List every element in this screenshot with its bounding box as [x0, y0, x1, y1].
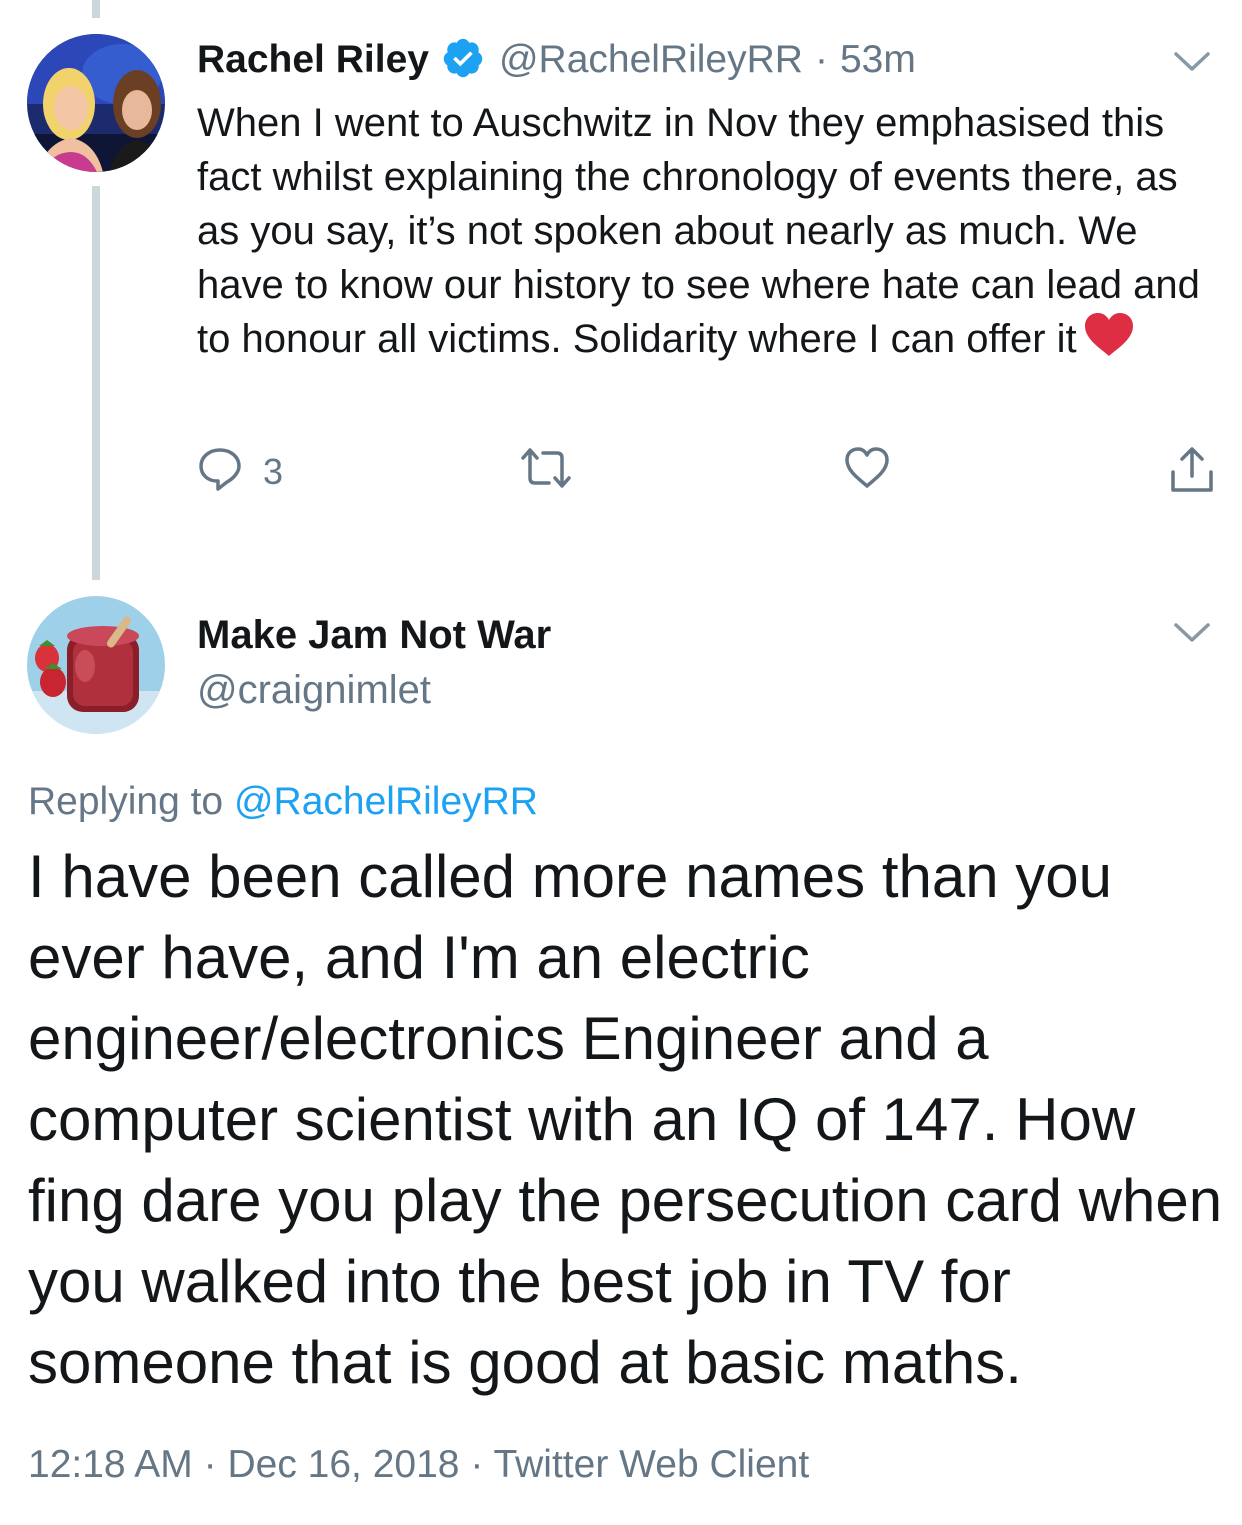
- tweet-actions: 3: [197, 446, 1217, 498]
- tweet-text: When I went to Auschwitz in Nov they emp…: [197, 96, 1207, 372]
- author-name[interactable]: Rachel Riley: [197, 38, 429, 82]
- separator-dot: ·: [814, 38, 828, 81]
- thread-line: [92, 186, 100, 580]
- retweet-button[interactable]: [519, 446, 573, 495]
- author-handle[interactable]: @RachelRileyRR: [499, 38, 803, 82]
- chevron-down-icon[interactable]: [1173, 621, 1211, 650]
- replying-prefix: Replying to: [28, 780, 224, 823]
- tweet-text: I have been called more names than you e…: [28, 843, 1223, 1396]
- chevron-down-icon[interactable]: [1173, 50, 1211, 79]
- author-name[interactable]: Make Jam Not War: [197, 613, 551, 658]
- share-button[interactable]: [1169, 446, 1215, 499]
- like-button[interactable]: [844, 446, 890, 495]
- tweet-date[interactable]: Dec 16, 2018: [227, 1443, 459, 1486]
- avatar[interactable]: [27, 34, 165, 172]
- replying-mention-link[interactable]: @RachelRileyRR: [234, 780, 538, 823]
- red-heart-emoji: [1083, 312, 1135, 372]
- tweet-body: When I went to Auschwitz in Nov they emp…: [197, 101, 1200, 361]
- tweet-client[interactable]: Twitter Web Client: [493, 1443, 809, 1486]
- tweet-time[interactable]: 12:18 AM: [28, 1443, 193, 1486]
- retweet-icon: [519, 446, 573, 495]
- reply-icon: [197, 446, 243, 497]
- meta-separator: ·: [203, 1443, 217, 1486]
- tweet-meta: 12:18 AM · Dec 16, 2018 · Twitter Web Cl…: [28, 1443, 809, 1487]
- author-handle[interactable]: @craignimlet: [197, 668, 431, 713]
- verified-badge-icon: [441, 36, 485, 85]
- avatar[interactable]: [27, 596, 165, 734]
- reply-count: 3: [263, 450, 284, 492]
- share-icon: [1169, 446, 1215, 499]
- meta-separator: ·: [470, 1443, 484, 1486]
- tweet-header: Rachel Riley @RachelRileyRR · 53m: [197, 33, 916, 87]
- reply-button[interactable]: 3: [197, 446, 283, 497]
- timestamp[interactable]: 53m: [840, 38, 916, 82]
- replying-to: Replying to @RachelRileyRR: [28, 780, 538, 824]
- thread-line-top: [92, 0, 100, 18]
- like-icon: [844, 446, 890, 495]
